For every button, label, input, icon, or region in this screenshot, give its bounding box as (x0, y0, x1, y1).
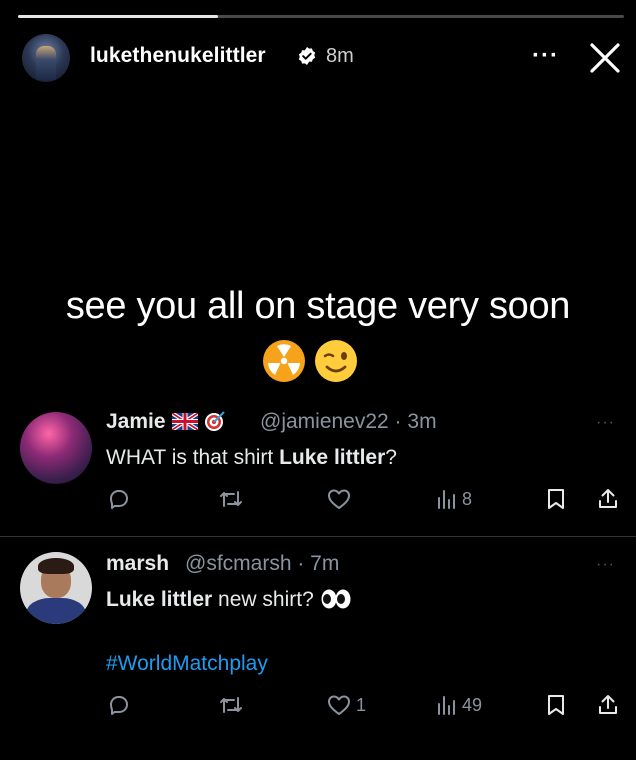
views-icon (438, 490, 455, 509)
story-progress-fill (18, 15, 218, 18)
retweet-icon (220, 491, 242, 507)
avatar[interactable] (20, 552, 92, 624)
retweet-icon (220, 697, 242, 713)
tweet-body: Luke littler new shirt? (106, 588, 352, 612)
retweet-button[interactable] (218, 693, 244, 717)
tweet-handle[interactable]: @sfcmarsh · 7m (185, 552, 339, 576)
avatar[interactable] (20, 412, 92, 484)
views-count: 8 (462, 488, 473, 509)
bookmark-button[interactable] (545, 693, 567, 717)
like-icon (328, 695, 350, 715)
like-icon (328, 489, 350, 509)
verified-badge-icon (298, 47, 316, 65)
story-header: lukethenukelittler 8m ··· (22, 32, 622, 84)
views-count: 49 (462, 694, 483, 715)
tweet-mention-bold: Luke littler (279, 446, 386, 469)
uk-flag-icon (171, 413, 198, 430)
caption-emojis (263, 340, 357, 382)
tweet-divider (0, 536, 636, 537)
story-avatar[interactable] (22, 34, 70, 82)
story-progress-bar (18, 15, 624, 18)
story-timestamp: 8m (326, 45, 354, 67)
reply-button[interactable] (107, 693, 131, 717)
tweet-author-name[interactable]: Jamie (106, 410, 226, 434)
reply-icon (110, 696, 128, 715)
more-options-icon[interactable]: ··· (532, 42, 559, 70)
like-button[interactable]: 1 (326, 693, 366, 717)
views-button[interactable]: 49 (436, 693, 482, 717)
tweet-more-icon[interactable]: ··· (596, 556, 615, 574)
views-button[interactable]: 8 (436, 487, 472, 511)
views-icon (438, 696, 455, 715)
bookmark-button[interactable] (545, 487, 567, 511)
tweet-author-name[interactable]: marsh (106, 552, 169, 576)
dart-target-icon (204, 411, 225, 431)
tweet-body: WHAT is that shirt Luke littler? (106, 446, 397, 469)
author-name-text: Jamie (106, 410, 166, 433)
reply-icon (110, 490, 128, 509)
tweet-jamie[interactable]: Jamie @jamienev22 · 3m ··· WHAT is that … (0, 400, 636, 530)
share-icon (599, 489, 617, 508)
eyes-emoji-icon (321, 589, 351, 609)
likes-count: 1 (356, 694, 367, 715)
handle-text: @jamienev22 (260, 410, 389, 433)
tweet-more-icon[interactable]: ··· (596, 414, 615, 432)
like-button[interactable] (326, 487, 352, 511)
tweet-mention-bold: Luke littler (106, 588, 213, 611)
share-icon (599, 695, 617, 714)
close-icon[interactable] (587, 40, 623, 76)
story-username[interactable]: lukethenukelittler (90, 44, 266, 68)
share-button[interactable] (596, 693, 620, 717)
winking-face-emoji-icon (315, 340, 357, 382)
bookmark-icon (548, 489, 564, 509)
tweet-handle[interactable]: @jamienev22 · 3m (260, 410, 437, 434)
bookmark-icon (548, 695, 564, 715)
share-button[interactable] (596, 487, 620, 511)
handle-text: @sfcmarsh (185, 552, 292, 575)
radioactive-emoji-icon (263, 340, 305, 382)
reply-button[interactable] (107, 487, 131, 511)
tweet-marsh[interactable]: marsh @sfcmarsh · 7m ··· Luke littler ne… (0, 548, 636, 748)
hashtag-link[interactable]: #WorldMatchplay (106, 652, 268, 676)
story-caption: see you all on stage very soon (65, 285, 571, 327)
tweet-timestamp: 3m (407, 410, 437, 433)
tweet-timestamp: 7m (310, 552, 340, 575)
retweet-button[interactable] (218, 487, 244, 511)
